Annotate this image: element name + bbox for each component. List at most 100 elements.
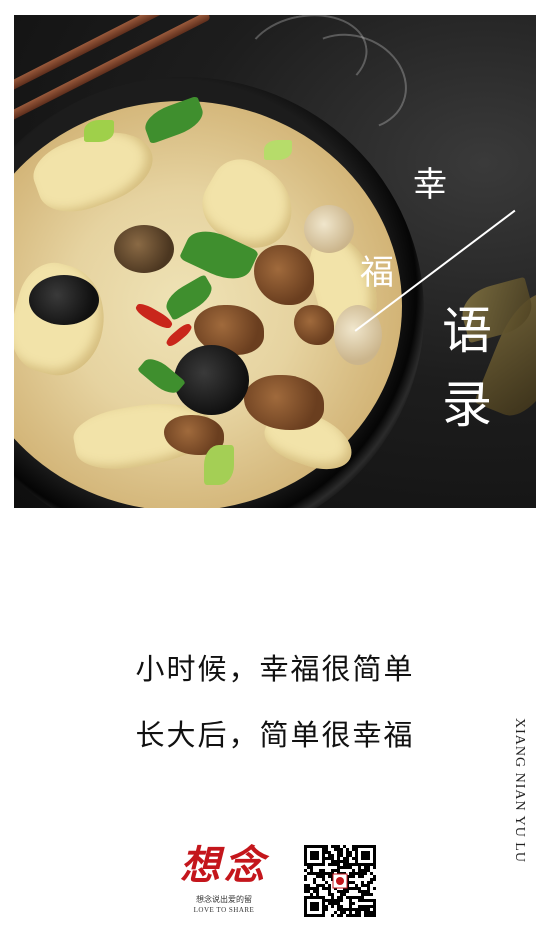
qr-module (352, 914, 355, 917)
qr-module (337, 851, 340, 854)
qr-module (370, 914, 373, 917)
qr-module (361, 908, 364, 911)
qr-module (337, 890, 340, 893)
qr-module (370, 881, 373, 884)
logo-english: LOVE TO SHARE (193, 906, 255, 914)
qr-module (304, 884, 307, 887)
qr-module (361, 893, 364, 896)
qr-module (343, 893, 346, 896)
qr-module (346, 914, 349, 917)
qr-module (307, 866, 310, 869)
qr-module (367, 905, 370, 908)
qr-module (367, 914, 370, 917)
qr-module (337, 860, 340, 863)
qr-module (328, 857, 331, 860)
qr-module (340, 914, 343, 917)
qr-module (361, 872, 364, 875)
qr-module (337, 908, 340, 911)
qr-module (364, 911, 367, 914)
qr-module (349, 863, 352, 866)
qr-module (304, 869, 307, 872)
qr-module (373, 887, 376, 890)
qr-module (310, 893, 313, 896)
brand-logo: 想念 想念说出爱的留 LOVE TO SHARE (166, 846, 282, 916)
qr-module (343, 845, 346, 848)
qr-module (304, 875, 307, 878)
qr-module (358, 887, 361, 890)
qr-module (352, 863, 355, 866)
qr-module (352, 845, 355, 848)
qr-module (313, 890, 316, 893)
qr-module (334, 848, 337, 851)
qr-module (352, 881, 355, 884)
qr-module (343, 890, 346, 893)
qr-module (337, 902, 340, 905)
qr-module (334, 845, 337, 848)
qr-module (367, 866, 370, 869)
qr-module (367, 869, 370, 872)
qr-module (349, 854, 352, 857)
qr-center-dot (336, 877, 344, 885)
qr-module (349, 866, 352, 869)
qr-module (322, 887, 325, 890)
qr-module (328, 863, 331, 866)
qr-module (328, 875, 331, 878)
qr-module (364, 908, 367, 911)
qr-module (307, 884, 310, 887)
qr-module (331, 893, 334, 896)
qr-module (349, 902, 352, 905)
qr-module (349, 899, 352, 902)
qr-module (340, 896, 343, 899)
qr-module (373, 908, 376, 911)
qr-module (316, 875, 319, 878)
qr-module (355, 911, 358, 914)
logo-tagline: 想念说出爱的留 (196, 895, 252, 904)
qr-module (310, 866, 313, 869)
qr-module (367, 887, 370, 890)
qr-module (319, 869, 322, 872)
qr-module (370, 899, 373, 902)
qr-module (337, 869, 340, 872)
qr-module (358, 869, 361, 872)
qr-module (304, 890, 307, 893)
qr-module (346, 851, 349, 854)
qr-module (346, 860, 349, 863)
qr-module (361, 884, 364, 887)
qr-module (334, 902, 337, 905)
qr-module (361, 905, 364, 908)
qr-module (352, 875, 355, 878)
wood-ear (29, 275, 99, 325)
qr-module (331, 914, 334, 917)
qr-module (319, 884, 322, 887)
qr-module (370, 893, 373, 896)
qr-module (358, 875, 361, 878)
qr-module (364, 869, 367, 872)
qr-module (370, 911, 373, 914)
title-char-3: 语 (442, 302, 492, 360)
qr-module (340, 908, 343, 911)
qr-module (364, 890, 367, 893)
qr-module (364, 884, 367, 887)
qr-module (340, 860, 343, 863)
qr-module (325, 881, 328, 884)
qr-module (349, 911, 352, 914)
qr-module (325, 899, 328, 902)
qr-module (316, 887, 319, 890)
qr-module (346, 866, 349, 869)
qr-module (373, 875, 376, 878)
qr-module (346, 854, 349, 857)
qr-module (316, 890, 319, 893)
qr-code[interactable] (304, 845, 376, 917)
qr-module (373, 899, 376, 902)
qr-module (364, 914, 367, 917)
title-char-1: 幸 (413, 165, 447, 205)
qr-module (367, 881, 370, 884)
qr-module (346, 896, 349, 899)
qr-module (349, 875, 352, 878)
qr-module (340, 866, 343, 869)
qr-module (346, 848, 349, 851)
qr-module (304, 878, 307, 881)
qr-module (361, 881, 364, 884)
qr-module (355, 896, 358, 899)
qr-module (337, 845, 340, 848)
